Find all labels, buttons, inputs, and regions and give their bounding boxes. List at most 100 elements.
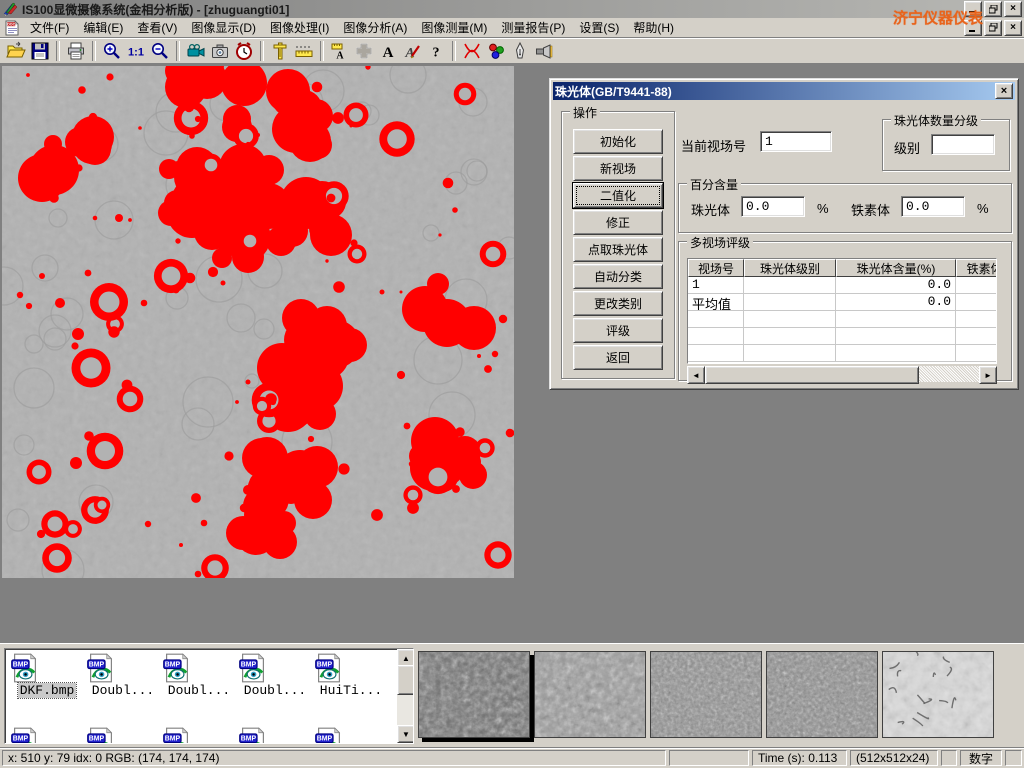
timer-icon <box>234 41 254 61</box>
bmp-file-icon: BMP <box>238 653 312 683</box>
mdi-close-button[interactable]: × <box>1004 20 1022 36</box>
menu-item-edit[interactable]: 编辑(E) <box>76 17 130 38</box>
level-input[interactable] <box>931 134 995 155</box>
zoom-in-button[interactable] <box>100 39 124 63</box>
scroll-track[interactable] <box>919 366 979 382</box>
menu-item-image-measure[interactable]: 图像测量(M) <box>414 17 494 38</box>
file-item[interactable]: BMPDoubl... <box>162 653 236 698</box>
menu-item-file[interactable]: 文件(F) <box>23 17 76 38</box>
table-row[interactable] <box>688 328 996 345</box>
text-button[interactable]: A <box>376 39 400 63</box>
filelist-vscrollbar[interactable]: ▲ ▼ <box>397 649 413 743</box>
file-item-partial[interactable]: BMP <box>10 727 84 744</box>
save-icon <box>30 41 50 61</box>
document-icon[interactable]: DOC <box>5 20 20 36</box>
mdi-restore-button[interactable] <box>984 20 1002 36</box>
multifield-table[interactable]: 视场号珠光体级别珠光体含量(%)铁素体含量(%)10.0平均值0.0 <box>687 258 997 364</box>
filelist-scroll-down[interactable]: ▼ <box>397 725 414 743</box>
menu-item-report[interactable]: 测量报告(P) <box>494 17 572 38</box>
status-mode: 数字 <box>960 750 1002 766</box>
save-button[interactable] <box>28 39 52 63</box>
file-item-partial[interactable]: BMP <box>162 727 236 744</box>
menu-item-image-analysis[interactable]: 图像分析(A) <box>336 17 414 38</box>
dialog-title-bar[interactable]: 珠光体(GB/T9441-88) × <box>553 82 1015 100</box>
pearlite-value-input[interactable] <box>741 196 805 217</box>
print-button[interactable] <box>64 39 88 63</box>
pen-button[interactable] <box>508 39 532 63</box>
specimen-thumbnail[interactable] <box>882 651 994 738</box>
grid-button[interactable] <box>352 39 376 63</box>
specimen-image[interactable] <box>2 66 514 578</box>
restore-button[interactable] <box>984 1 1002 17</box>
new-field-button[interactable]: 新视场 <box>573 156 663 181</box>
bmp-file-icon: BMP <box>314 653 388 683</box>
open-file-button[interactable] <box>4 39 28 63</box>
menu-item-settings[interactable]: 设置(S) <box>572 17 626 38</box>
table-row[interactable]: 10.0 <box>688 277 996 294</box>
menu-item-image-processing[interactable]: 图像处理(I) <box>263 17 336 38</box>
scroll-thumb[interactable] <box>705 366 919 384</box>
pearlite-unit: % <box>817 201 829 216</box>
timer-button[interactable] <box>232 39 256 63</box>
file-item-partial[interactable]: BMP <box>238 727 312 744</box>
video-camera-button[interactable] <box>184 39 208 63</box>
ferrite-value-input[interactable] <box>901 196 965 217</box>
dialog-close-button[interactable]: × <box>995 83 1013 99</box>
file-item[interactable]: BMPDoubl... <box>238 653 312 698</box>
close-button[interactable]: × <box>1004 1 1022 17</box>
file-item[interactable]: BMPDoubl... <box>86 653 160 698</box>
camera-button[interactable] <box>208 39 232 63</box>
specimen-thumbnail[interactable] <box>534 651 646 738</box>
menu-item-help[interactable]: 帮助(H) <box>626 17 681 38</box>
rate-button[interactable]: 评级 <box>573 318 663 343</box>
table-header-row: 视场号珠光体级别珠光体含量(%)铁素体含量(%) <box>688 259 996 277</box>
caliper-button[interactable] <box>268 39 292 63</box>
bmp-file-icon: BMP <box>10 653 84 683</box>
file-list[interactable]: ▲ ▼ BMPDKF.bmpBMPDoubl...BMPDoubl...BMPD… <box>4 648 414 744</box>
file-name: Doubl... <box>90 683 156 698</box>
scroll-right-button[interactable]: ► <box>979 366 997 384</box>
file-item-partial[interactable]: BMP <box>314 727 388 744</box>
change-category-button[interactable]: 更改类别 <box>573 291 663 316</box>
table-column-header[interactable]: 铁素体含量(%) <box>956 259 997 277</box>
file-item[interactable]: BMPDKF.bmp <box>10 653 84 698</box>
minimize-button[interactable] <box>964 1 982 17</box>
correct-button[interactable]: 修正 <box>573 210 663 235</box>
table-row[interactable] <box>688 311 996 328</box>
mdi-minimize-button[interactable] <box>964 20 982 36</box>
phase-color-button[interactable] <box>484 39 508 63</box>
table-cell <box>744 328 836 345</box>
measure-label-button[interactable]: A <box>328 39 352 63</box>
binarize-button[interactable]: 二值化 <box>573 183 663 208</box>
svg-text:DOC: DOC <box>7 22 15 26</box>
initialize-button[interactable]: 初始化 <box>573 129 663 154</box>
file-item-partial[interactable]: BMP <box>86 727 160 744</box>
zoom-out-button[interactable] <box>148 39 172 63</box>
filelist-scroll-thumb[interactable] <box>397 665 414 695</box>
specimen-thumbnail[interactable] <box>650 651 762 738</box>
annotate-button[interactable]: A <box>400 39 424 63</box>
table-row[interactable]: 平均值0.0 <box>688 294 996 311</box>
ruler-button[interactable] <box>292 39 316 63</box>
scroll-left-button[interactable]: ◄ <box>687 366 705 384</box>
menu-item-image-display[interactable]: 图像显示(D) <box>184 17 263 38</box>
bmp-file-icon: BMP <box>162 727 236 744</box>
help-button[interactable]: ? <box>424 39 448 63</box>
curve-cut-button[interactable] <box>460 39 484 63</box>
table-row[interactable] <box>688 345 996 362</box>
specimen-thumbnail[interactable] <box>418 651 530 738</box>
flashlight-button[interactable] <box>532 39 556 63</box>
table-column-header[interactable]: 珠光体含量(%) <box>836 259 956 277</box>
pick-pearlite-button[interactable]: 点取珠光体 <box>573 237 663 262</box>
pearlite-dialog: 珠光体(GB/T9441-88) × 操作 初始化新视场二值化修正点取珠光体自动… <box>549 78 1019 390</box>
table-column-header[interactable]: 珠光体级别 <box>744 259 836 277</box>
auto-classify-button[interactable]: 自动分类 <box>573 264 663 289</box>
file-item[interactable]: BMPHuiTi... <box>314 653 388 698</box>
table-column-header[interactable]: 视场号 <box>688 259 744 277</box>
actual-size-button[interactable]: 1:1 <box>124 39 148 63</box>
menu-item-view[interactable]: 查看(V) <box>130 17 184 38</box>
return-button[interactable]: 返回 <box>573 345 663 370</box>
specimen-thumbnail[interactable] <box>766 651 878 738</box>
table-hscrollbar[interactable]: ◄ ► <box>687 366 997 382</box>
current-field-input[interactable] <box>760 131 832 152</box>
